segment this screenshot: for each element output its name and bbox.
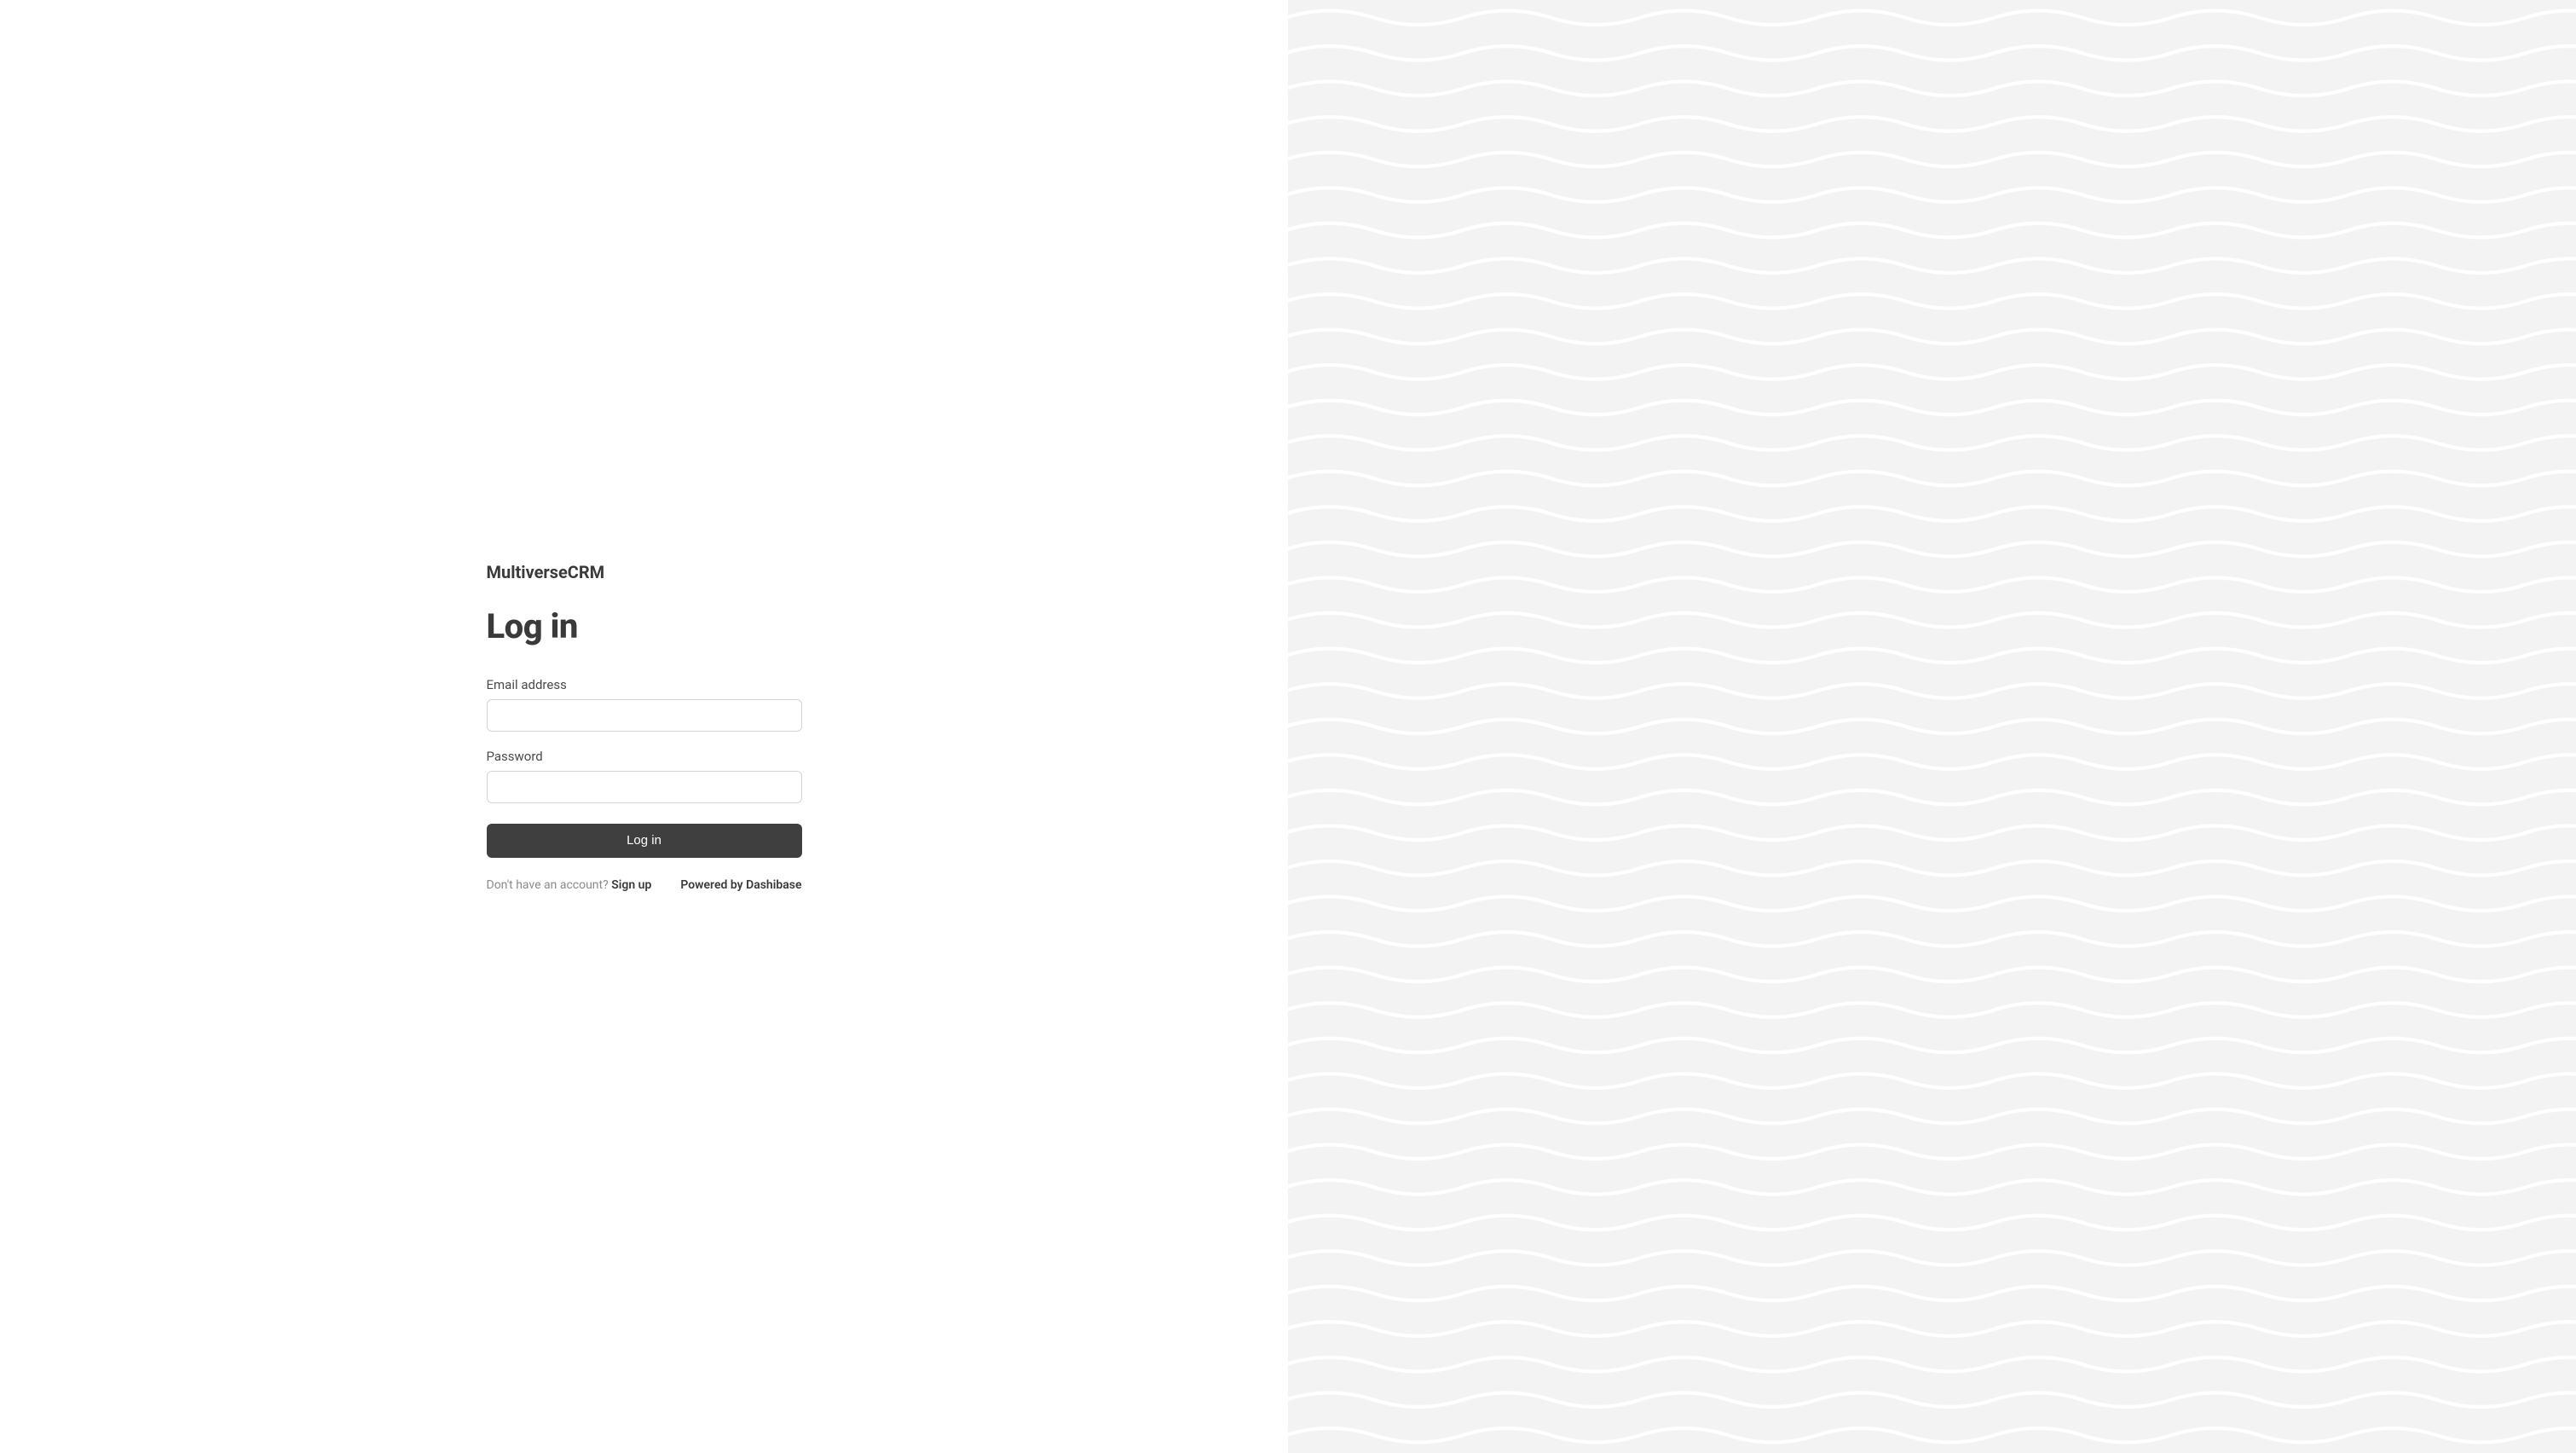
decorative-panel [1288, 0, 2576, 1453]
email-label: Email address [487, 677, 802, 692]
password-field[interactable] [487, 771, 802, 803]
email-group: Email address [487, 677, 802, 732]
wave-pattern-icon [1288, 0, 2576, 1453]
signup-section: Don't have an account? Sign up [487, 878, 652, 892]
email-field[interactable] [487, 699, 802, 732]
powered-by: Powered by Dashibase [680, 878, 801, 892]
footer-row: Don't have an account? Sign up Powered b… [487, 878, 802, 892]
login-button[interactable]: Log in [487, 824, 802, 858]
login-panel: MultiverseCRM Log in Email address Passw… [0, 0, 1288, 1453]
password-label: Password [487, 749, 802, 764]
password-group: Password [487, 749, 802, 803]
brand-name: MultiverseCRM [487, 562, 802, 582]
page-title: Log in [487, 606, 802, 646]
signup-link[interactable]: Sign up [611, 878, 651, 892]
signup-prompt: Don't have an account? [487, 878, 612, 892]
login-container: MultiverseCRM Log in Email address Passw… [487, 562, 802, 892]
